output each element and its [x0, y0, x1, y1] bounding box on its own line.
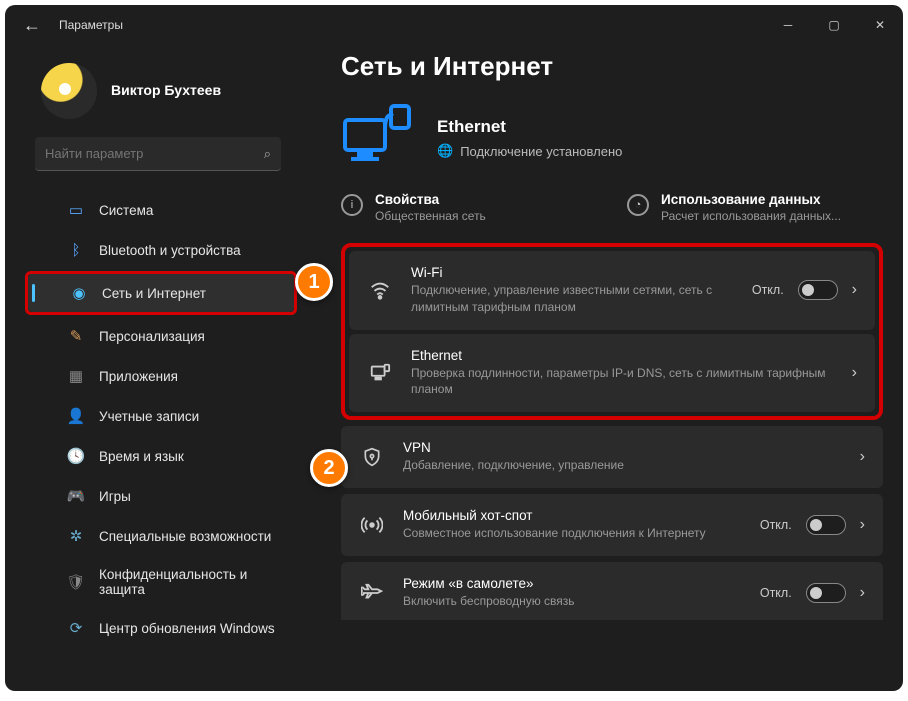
data-usage-link[interactable]: ◔ Использование данных Расчет использова… [627, 192, 883, 223]
card-airplane[interactable]: Режим «в самолете» Включить беспроводную… [341, 562, 883, 620]
profile-name: Виктор Бухтеев [111, 82, 221, 98]
accounts-icon: 👤 [67, 407, 85, 425]
hotspot-toggle[interactable] [806, 515, 846, 535]
minimize-button[interactable]: ─ [765, 5, 811, 45]
nav-update[interactable]: ⟳ Центр обновления Windows [25, 609, 297, 647]
update-icon: ⟳ [67, 619, 85, 637]
avatar [41, 63, 97, 119]
search-icon: ⌕ [264, 146, 271, 162]
nav-gaming[interactable]: 🎮 Игры [25, 477, 297, 515]
brush-icon: ✎ [67, 327, 85, 345]
clock-icon: 🕓 [67, 447, 85, 465]
chevron-right-icon: › [860, 516, 865, 534]
usage-icon: ◔ [627, 194, 649, 216]
accessibility-icon: ✲ [67, 527, 85, 545]
close-button[interactable]: ✕ [857, 5, 903, 45]
card-hotspot[interactable]: Мобильный хот-спот Совместное использова… [341, 494, 883, 556]
chevron-right-icon: › [852, 364, 857, 382]
ethernet-pc-icon [341, 102, 413, 174]
chevron-right-icon: › [852, 281, 857, 299]
info-icon: i [341, 194, 363, 216]
network-status: Ethernet 🌐 Подключение установлено [341, 102, 883, 174]
apps-icon: ▦ [67, 367, 85, 385]
card-ethernet[interactable]: Ethernet Проверка подлинности, параметры… [349, 334, 875, 413]
ethernet-icon [367, 362, 393, 384]
shield-icon: 🛡 [67, 573, 85, 591]
search-box[interactable]: ⌕ [35, 137, 281, 171]
nav-privacy[interactable]: 🛡 Конфиденциальность и защита [25, 557, 297, 607]
wifi-icon: ◉ [70, 284, 88, 302]
properties-link[interactable]: i Свойства Общественная сеть [341, 192, 597, 223]
annotation-badge-1: 1 [295, 263, 333, 301]
nav-personalization[interactable]: ✎ Персонализация [25, 317, 297, 355]
back-button[interactable]: ← [17, 15, 47, 36]
chevron-right-icon: › [860, 584, 865, 602]
nav-apps[interactable]: ▦ Приложения [25, 357, 297, 395]
card-vpn[interactable]: VPN Добавление, подключение, управление … [341, 426, 883, 488]
airplane-icon [359, 582, 385, 604]
chevron-right-icon: › [860, 448, 865, 466]
window-title: Параметры [59, 18, 123, 32]
connection-status: Подключение установлено [460, 144, 622, 159]
airplane-state: Откл. [760, 586, 792, 600]
nav-network[interactable]: ◉ Сеть и Интернет [28, 274, 294, 312]
nav-system[interactable]: ▭ Система [25, 191, 297, 229]
annotation-badge-2: 2 [310, 449, 348, 487]
page-title: Сеть и Интернет [341, 51, 883, 82]
card-wifi[interactable]: Wi-Fi Подключение, управление известными… [349, 251, 875, 330]
globe-icon: 🌐 [437, 143, 453, 159]
gaming-icon: 🎮 [67, 487, 85, 505]
nav-bluetooth[interactable]: ᛒ Bluetooth и устройства [25, 231, 297, 269]
profile[interactable]: Виктор Бухтеев [5, 53, 305, 137]
search-input[interactable] [45, 146, 264, 161]
wifi-icon [367, 279, 393, 301]
annotation-highlight-1: ◉ Сеть и Интернет [25, 271, 297, 315]
hotspot-icon [359, 514, 385, 536]
bluetooth-icon: ᛒ [67, 241, 85, 259]
nav-accessibility[interactable]: ✲ Специальные возможности [25, 517, 297, 555]
airplane-toggle[interactable] [806, 583, 846, 603]
wifi-toggle[interactable] [798, 280, 838, 300]
wifi-state: Откл. [752, 283, 784, 297]
hotspot-state: Откл. [760, 518, 792, 532]
nav-accounts[interactable]: 👤 Учетные записи [25, 397, 297, 435]
annotation-highlight-2: Wi-Fi Подключение, управление известными… [341, 243, 883, 420]
display-icon: ▭ [67, 201, 85, 219]
maximize-button[interactable]: ▢ [811, 5, 857, 45]
connection-name: Ethernet [437, 117, 622, 137]
lock-icon [359, 446, 385, 468]
nav-time[interactable]: 🕓 Время и язык [25, 437, 297, 475]
